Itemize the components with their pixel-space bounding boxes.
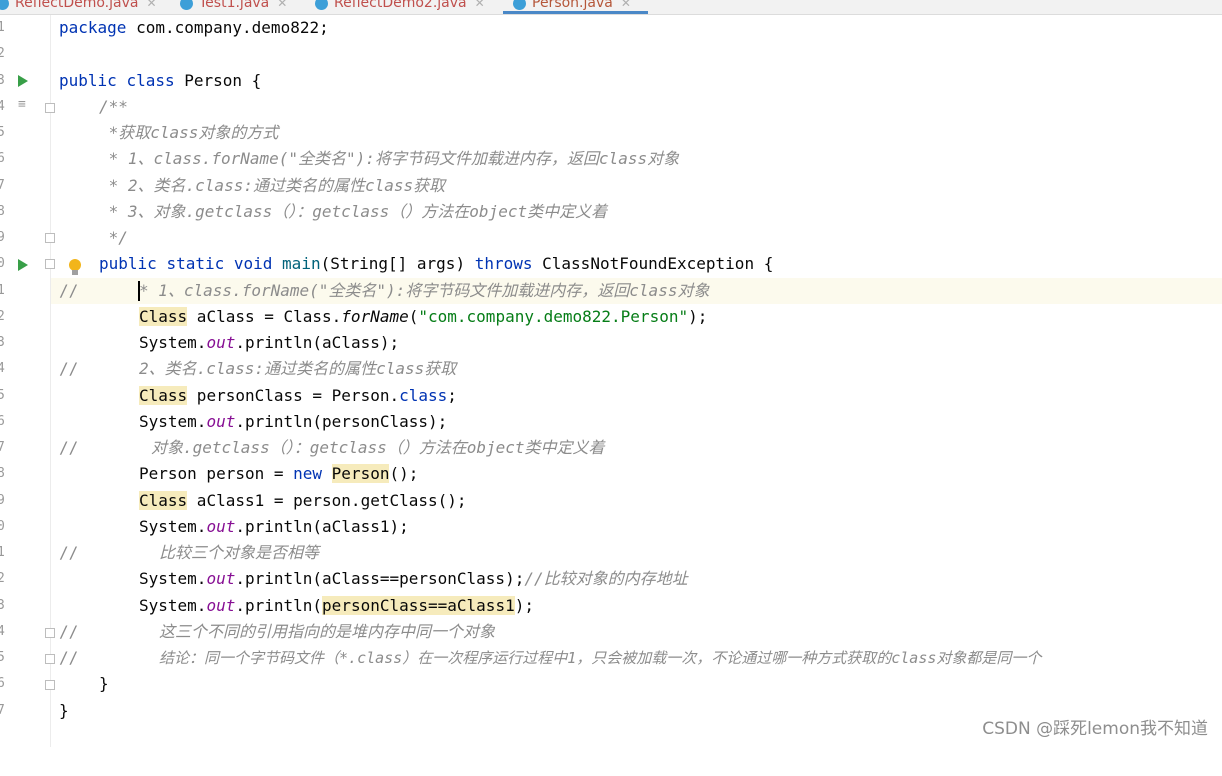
line-number: 1 xyxy=(0,545,5,560)
line-number: 7 xyxy=(0,703,5,718)
line-number: 0 xyxy=(0,256,5,271)
line-number: 3 xyxy=(0,598,5,613)
code-line-7: * 2、类名.class:通过类名的属性class获取 xyxy=(99,176,446,195)
code-line-9: */ xyxy=(99,228,128,247)
code-line-26: } xyxy=(99,674,109,693)
close-tab-icon[interactable]: ✕ xyxy=(277,0,287,10)
code-line-22: System.out.println(aClass==personClass);… xyxy=(139,569,688,588)
run-class-icon[interactable] xyxy=(18,75,28,87)
code-line-1: package com.company.demo822; xyxy=(59,18,329,37)
line-number: 4 xyxy=(0,99,5,114)
line-number: 9 xyxy=(0,230,5,245)
code-line-24: // 这三个不同的引用指向的是堆内存中同一个对象 xyxy=(59,622,496,641)
code-line-14: // 2、类名.class:通过类名的属性class获取 xyxy=(59,359,457,378)
code-line-16: System.out.println(personClass); xyxy=(139,412,448,431)
line-number: 5 xyxy=(0,125,5,140)
line-number: 7 xyxy=(0,178,5,193)
code-line-4: /** xyxy=(99,97,128,116)
line-number: 5 xyxy=(0,650,5,665)
line-number: 1 xyxy=(0,283,5,298)
active-tab-indicator xyxy=(503,11,648,14)
csdn-watermark: CSDN @踩死lemon我不知道 xyxy=(982,719,1208,739)
line-number: 8 xyxy=(0,466,5,481)
line-number: 2 xyxy=(0,309,5,324)
code-line-18: Person person = new Person(); xyxy=(139,464,419,483)
code-line-3: public class Person { xyxy=(59,71,262,90)
java-class-icon xyxy=(315,0,328,10)
code-line-6: * 1、class.forName("全类名"):将字节码文件加载进内存，返回c… xyxy=(99,149,680,168)
line-number: 7 xyxy=(0,440,5,455)
line-number: 6 xyxy=(0,414,5,429)
code-line-8: * 3、对象.getclass（）：getclass（）方法在object类中定… xyxy=(99,202,608,221)
code-line-13: System.out.println(aClass); xyxy=(139,333,400,352)
javadoc-toggle-icon[interactable]: ≡ xyxy=(18,97,26,112)
editor-gutter: 1 2 3 4 5 6 7 8 9 0 1 2 3 4 5 6 7 8 9 0 1 2 3 4 5 6 7 ≡ xyxy=(0,15,81,747)
line-number: 1 xyxy=(0,20,5,35)
line-number: 3 xyxy=(0,73,5,88)
line-number: 2 xyxy=(0,46,5,61)
code-line-21: // 比较三个对象是否相等 xyxy=(59,543,320,562)
code-line-12: Class aClass = Class.forName("com.compan… xyxy=(139,307,708,326)
java-class-icon xyxy=(513,0,526,10)
line-number: 2 xyxy=(0,571,5,586)
run-main-icon[interactable] xyxy=(18,259,28,271)
tab-test1[interactable]: Test1.java ✕ xyxy=(180,0,287,14)
tab-reflectdemo2[interactable]: ReflectDemo2.java ✕ xyxy=(315,0,485,14)
code-line-5: *获取class对象的方式 xyxy=(99,123,279,142)
code-line-23: System.out.println(personClass==aClass1)… xyxy=(139,596,534,615)
line-number: 0 xyxy=(0,519,5,534)
code-line-15: Class personClass = Person.class; xyxy=(139,386,457,405)
code-editor[interactable]: package com.company.demo822; public clas… xyxy=(51,15,1222,747)
tab-reflectdemo[interactable]: ReflectDemo.java ✕ xyxy=(0,0,157,14)
close-tab-icon[interactable]: ✕ xyxy=(475,0,485,10)
code-line-25: // 结论：同一个字节码文件（*.class）在一次程序运行过程中1，只会被加载… xyxy=(59,648,1042,667)
line-number: 6 xyxy=(0,676,5,691)
editor-tab-bar: ReflectDemo.java ✕ Test1.java ✕ ReflectDem… xyxy=(0,0,1222,15)
line-number: 9 xyxy=(0,493,5,508)
close-tab-icon[interactable]: ✕ xyxy=(621,0,631,10)
code-line-20: System.out.println(aClass1); xyxy=(139,517,409,536)
code-line-11: // * 1、class.forName("全类名"):将字节码文件加载进内存，… xyxy=(51,278,1222,304)
line-number: 5 xyxy=(0,388,5,403)
line-number: 8 xyxy=(0,204,5,219)
java-class-icon xyxy=(180,0,193,10)
code-line-19: Class aClass1 = person.getClass(); xyxy=(139,491,467,510)
close-tab-icon[interactable]: ✕ xyxy=(146,0,156,10)
line-number: 6 xyxy=(0,151,5,166)
line-number: 4 xyxy=(0,624,5,639)
line-number: 3 xyxy=(0,335,5,350)
code-line-10: public static void main(String[] args) t… xyxy=(99,254,774,273)
line-number: 4 xyxy=(0,361,5,376)
java-class-icon xyxy=(0,0,9,10)
code-line-17: // 对象.getclass（）：getclass（）方法在object类中定义… xyxy=(59,438,605,457)
